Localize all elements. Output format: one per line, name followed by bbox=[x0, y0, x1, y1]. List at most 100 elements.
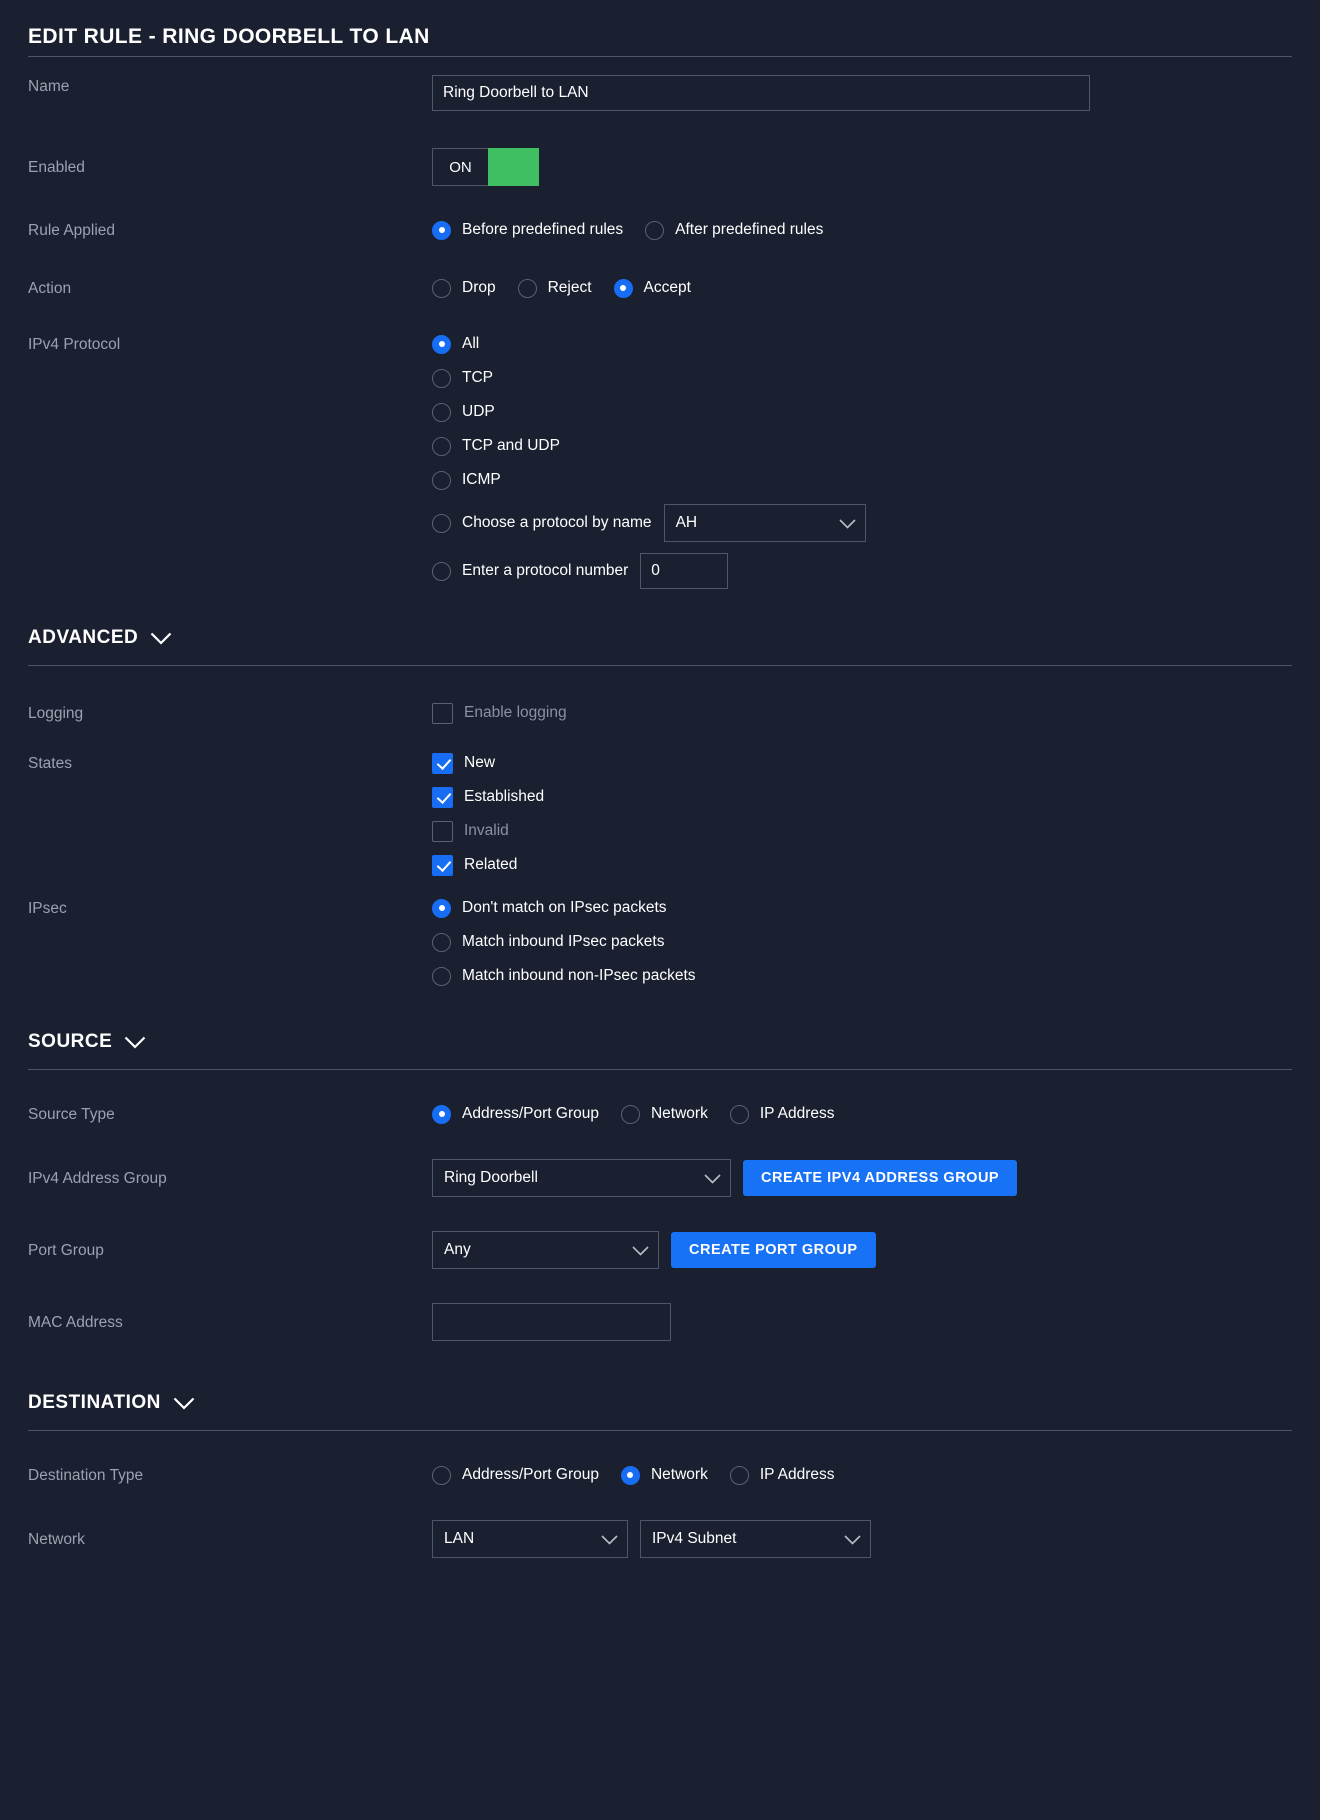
port-group-select[interactable]: Any bbox=[432, 1231, 659, 1269]
radio-indicator-icon bbox=[432, 471, 451, 490]
row-destination-type: Destination Type Address/Port Group Netw… bbox=[0, 1447, 1320, 1503]
row-source-type: Source Type Address/Port Group Network I… bbox=[0, 1086, 1320, 1142]
chevron-down-icon bbox=[839, 519, 856, 529]
radio-source-type-network[interactable]: Network bbox=[621, 1097, 708, 1131]
section-header-advanced[interactable]: ADVANCED bbox=[0, 619, 1320, 657]
protocol-by-name-row: Choose a protocol by name AH bbox=[432, 501, 1320, 545]
row-mac-address: MAC Address bbox=[0, 1286, 1320, 1358]
radio-protocol-icmp[interactable]: ICMP bbox=[432, 463, 1320, 497]
radio-label: Enter a protocol number bbox=[462, 562, 628, 580]
radio-label: Network bbox=[651, 1466, 708, 1484]
subnet-type-select[interactable]: IPv4 Subnet bbox=[640, 1520, 871, 1558]
radio-indicator-icon bbox=[432, 1105, 451, 1124]
ipv4-address-group-select[interactable]: Ring Doorbell bbox=[432, 1159, 731, 1197]
radio-action-accept[interactable]: Accept bbox=[614, 271, 691, 305]
chevron-down-icon bbox=[844, 1535, 861, 1545]
row-rule-applied: Rule Applied Before predefined rules Aft… bbox=[0, 201, 1320, 259]
radio-source-type-address-port-group[interactable]: Address/Port Group bbox=[432, 1097, 599, 1131]
radio-label: Choose a protocol by name bbox=[462, 514, 652, 532]
chevron-down-icon[interactable] bbox=[173, 1397, 195, 1410]
port-group-label: Port Group bbox=[28, 1239, 432, 1261]
radio-ipsec-dont-match[interactable]: Don't match on IPsec packets bbox=[432, 891, 1320, 925]
checkbox-state-established[interactable]: Established bbox=[432, 780, 1320, 814]
section-title-source: SOURCE bbox=[28, 1031, 112, 1053]
radio-indicator-icon bbox=[730, 1466, 749, 1485]
radio-label: IP Address bbox=[760, 1466, 835, 1484]
checkbox-indicator-icon bbox=[432, 787, 453, 808]
radio-label: Match inbound IPsec packets bbox=[462, 933, 664, 951]
section-header-source[interactable]: SOURCE bbox=[0, 1023, 1320, 1061]
radio-after-predefined-rules[interactable]: After predefined rules bbox=[645, 213, 823, 247]
row-ipv4-protocol: IPv4 Protocol All TCP UDP TCP and UDP IC… bbox=[0, 317, 1320, 593]
chevron-down-icon[interactable] bbox=[150, 632, 172, 645]
checkbox-label: Established bbox=[464, 788, 544, 806]
section-title-destination: DESTINATION bbox=[28, 1392, 161, 1414]
ipv4-address-group-label: IPv4 Address Group bbox=[28, 1167, 432, 1189]
radio-protocol-by-name[interactable]: Choose a protocol by name bbox=[432, 506, 652, 540]
checkbox-indicator-icon bbox=[432, 753, 453, 774]
radio-label: ICMP bbox=[462, 471, 501, 489]
radio-label: All bbox=[462, 335, 479, 353]
radio-indicator-icon bbox=[621, 1466, 640, 1485]
mac-address-label: MAC Address bbox=[28, 1311, 432, 1333]
radio-indicator-icon bbox=[432, 403, 451, 422]
radio-indicator-icon bbox=[432, 437, 451, 456]
radio-action-drop[interactable]: Drop bbox=[432, 271, 496, 305]
ipv4-protocol-radio-group: All TCP UDP TCP and UDP ICMP bbox=[432, 327, 1320, 593]
network-select[interactable]: LAN bbox=[432, 1520, 628, 1558]
protocol-number-input[interactable] bbox=[640, 553, 728, 589]
radio-indicator-icon bbox=[432, 899, 451, 918]
enabled-toggle-knob[interactable] bbox=[488, 148, 539, 186]
radio-indicator-icon bbox=[614, 279, 633, 298]
radio-before-predefined-rules[interactable]: Before predefined rules bbox=[432, 213, 623, 247]
radio-action-reject[interactable]: Reject bbox=[518, 271, 592, 305]
ipsec-radio-group: Don't match on IPsec packets Match inbou… bbox=[432, 891, 1320, 993]
radio-label: Accept bbox=[644, 279, 691, 297]
port-group-value: Any bbox=[444, 1241, 471, 1259]
checkbox-state-new[interactable]: New bbox=[432, 746, 1320, 780]
radio-protocol-tcp[interactable]: TCP bbox=[432, 361, 1320, 395]
chevron-down-icon[interactable] bbox=[124, 1036, 146, 1049]
radio-label: Address/Port Group bbox=[462, 1105, 599, 1123]
action-label: Action bbox=[28, 277, 432, 299]
checkbox-state-invalid[interactable]: Invalid bbox=[432, 814, 1320, 848]
row-ipsec: IPsec Don't match on IPsec packets Match… bbox=[0, 887, 1320, 997]
radio-label: Reject bbox=[548, 279, 592, 297]
protocol-name-select[interactable]: AH bbox=[664, 504, 866, 542]
radio-destination-type-address-port-group[interactable]: Address/Port Group bbox=[432, 1458, 599, 1492]
radio-protocol-by-number[interactable]: Enter a protocol number bbox=[432, 554, 628, 588]
rule-applied-radio-group: Before predefined rules After predefined… bbox=[432, 213, 1320, 247]
protocol-name-value: AH bbox=[676, 514, 698, 532]
radio-indicator-icon bbox=[518, 279, 537, 298]
checkbox-state-related[interactable]: Related bbox=[432, 848, 1320, 882]
checkbox-indicator-icon bbox=[432, 703, 453, 724]
radio-protocol-udp[interactable]: UDP bbox=[432, 395, 1320, 429]
radio-label: TCP bbox=[462, 369, 493, 387]
section-header-destination[interactable]: DESTINATION bbox=[0, 1384, 1320, 1422]
name-input[interactable] bbox=[432, 75, 1090, 111]
radio-indicator-icon bbox=[645, 221, 664, 240]
radio-ipsec-match-inbound-non-ipsec[interactable]: Match inbound non-IPsec packets bbox=[432, 959, 1320, 993]
radio-destination-type-ip-address[interactable]: IP Address bbox=[730, 1458, 835, 1492]
radio-destination-type-network[interactable]: Network bbox=[621, 1458, 708, 1492]
radio-protocol-tcp-and-udp[interactable]: TCP and UDP bbox=[432, 429, 1320, 463]
destination-type-label: Destination Type bbox=[28, 1464, 432, 1486]
radio-label: Don't match on IPsec packets bbox=[462, 899, 667, 917]
enabled-toggle[interactable]: ON bbox=[432, 148, 539, 186]
create-port-group-button[interactable]: CREATE PORT GROUP bbox=[671, 1232, 876, 1268]
radio-protocol-all[interactable]: All bbox=[432, 327, 1320, 361]
section-title-advanced: ADVANCED bbox=[28, 627, 138, 649]
checkbox-label: Invalid bbox=[464, 822, 509, 840]
radio-indicator-icon bbox=[621, 1105, 640, 1124]
create-ipv4-address-group-button[interactable]: CREATE IPV4 ADDRESS GROUP bbox=[743, 1160, 1017, 1196]
radio-source-type-ip-address[interactable]: IP Address bbox=[730, 1097, 835, 1131]
row-enabled: Enabled ON bbox=[0, 133, 1320, 201]
radio-ipsec-match-inbound[interactable]: Match inbound IPsec packets bbox=[432, 925, 1320, 959]
radio-label: After predefined rules bbox=[675, 221, 823, 239]
radio-label: Before predefined rules bbox=[462, 221, 623, 239]
row-action: Action Drop Reject Accept bbox=[0, 259, 1320, 317]
checkbox-enable-logging[interactable]: Enable logging bbox=[432, 696, 1320, 730]
mac-address-input[interactable] bbox=[432, 1303, 671, 1341]
radio-label: UDP bbox=[462, 403, 495, 421]
source-type-radio-group: Address/Port Group Network IP Address bbox=[432, 1097, 1320, 1131]
